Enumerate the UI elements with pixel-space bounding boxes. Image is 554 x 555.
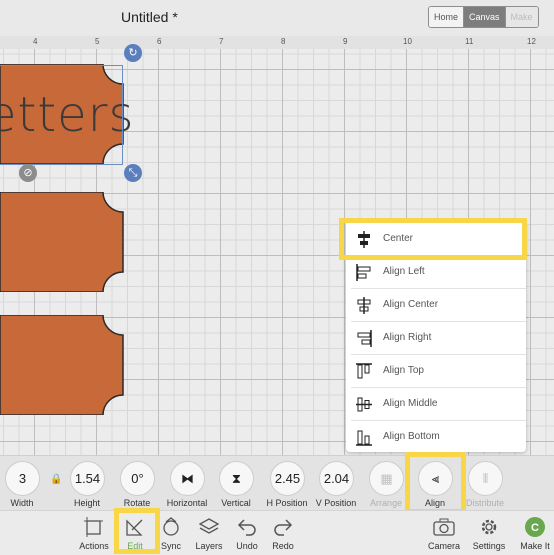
align-left-icon [356,264,371,281]
ruler-label: 5 [95,37,100,46]
edit-toolbar: 3 Width 🔒 1.54 Height 0° Rotate ⧓ Horizo… [0,455,554,511]
flip-vertical-button[interactable]: ⧗ Vertical [210,456,262,511]
tab-home[interactable]: Home [429,7,464,27]
flip-horizontal-button[interactable]: ⧓ Horizontal [161,456,213,511]
menu-label: Align Center [383,299,439,310]
svg-text:C: C [531,522,539,534]
highlight-edit [114,508,160,554]
tab-make: Make [504,7,538,27]
distribute-label: Distribute [465,498,504,508]
camera-icon [433,518,455,536]
bottom-bar: Actions Edit Sync Layers Undo Redo Camer… [0,510,554,555]
align-middle-icon [356,397,372,412]
flip-vertical-icon[interactable]: ⧗ [219,461,254,496]
h-position-label: H Position [266,498,308,508]
gear-icon [481,519,497,535]
align-right-icon [357,330,372,347]
horizontal-label: Horizontal [166,498,208,508]
rotate-label: Rotate [123,498,151,508]
menu-item-align-top[interactable]: Align Top [346,355,526,388]
make-it-label: Make It [520,541,550,551]
ruler-label: 8 [281,37,286,46]
project-title: Untitled * [121,9,178,25]
selection-box [0,65,123,165]
menu-label: Align Bottom [383,431,440,442]
width-field[interactable]: 3 Width [0,456,48,511]
redo-label: Redo [272,541,294,551]
distribute-button: ⦀ Distribute [459,456,511,511]
settings-button[interactable]: Settings [469,513,509,553]
highlight-center [339,218,527,260]
rotate-handle-icon[interactable]: ↻ [124,44,142,62]
camera-button[interactable]: Camera [424,513,464,553]
width-value[interactable]: 3 [5,461,40,496]
vertical-label: Vertical [221,498,251,508]
menu-item-align-bottom[interactable]: Align Bottom [346,421,526,454]
align-top-icon [356,363,372,379]
align-center-icon [357,297,371,314]
distribute-icon: ⦀ [468,461,503,496]
ticket-shape-3[interactable] [0,315,126,415]
menu-label: Align Left [383,266,425,277]
height-field[interactable]: 1.54 Height [61,456,113,511]
ruler-label: 12 [527,37,536,46]
menu-item-align-center[interactable]: Align Center [346,289,526,322]
rotate-value[interactable]: 0° [120,461,155,496]
v-position-value[interactable]: 2.04 [319,461,354,496]
ruler-label: 6 [157,37,162,46]
menu-item-align-right[interactable]: Align Right [346,322,526,355]
ticket-shape-2[interactable] [0,192,126,292]
ruler-label: 4 [33,37,38,46]
ruler: 4 5 6 7 8 9 10 11 12 [0,36,554,50]
make-it-button[interactable]: C Make It [515,513,554,553]
menu-label: Align Right [383,332,432,343]
flip-horizontal-icon[interactable]: ⧓ [170,461,205,496]
v-position-label: V Position [315,498,357,508]
unlock-handle-icon[interactable]: ⊘ [19,164,37,182]
resize-handle-icon[interactable]: ⤡ [124,164,142,182]
mode-switch: Home Canvas Make [428,6,539,28]
h-position-value[interactable]: 2.45 [270,461,305,496]
ruler-label: 7 [219,37,224,46]
height-label: Height [73,498,100,508]
menu-item-align-middle[interactable]: Align Middle [346,388,526,421]
actions-icon [84,517,103,537]
redo-button[interactable]: Redo [263,513,303,553]
h-position-field[interactable]: 2.45 H Position [261,456,313,511]
ruler-label: 11 [465,37,474,46]
layers-icon [198,518,220,534]
width-label: Width [10,498,34,508]
menu-label: Align Top [383,365,424,376]
ruler-label: 10 [403,37,412,46]
menu-item-align-left[interactable]: Align Left [346,256,526,289]
redo-icon [274,519,293,536]
menu-label: Align Middle [383,398,438,409]
height-value[interactable]: 1.54 [70,461,105,496]
rotate-field[interactable]: 0° Rotate [111,456,163,511]
arrange-icon: ▦ [369,461,404,496]
make-it-icon: C [525,517,545,537]
v-position-field[interactable]: 2.04 V Position [310,456,362,511]
highlight-align [405,452,466,514]
top-bar: Untitled * Home Canvas Make [0,0,554,36]
tab-canvas[interactable]: Canvas [463,7,505,27]
sync-icon [163,517,179,536]
align-bottom-icon [356,430,372,446]
undo-icon [237,519,256,536]
ruler-label: 9 [343,37,348,46]
